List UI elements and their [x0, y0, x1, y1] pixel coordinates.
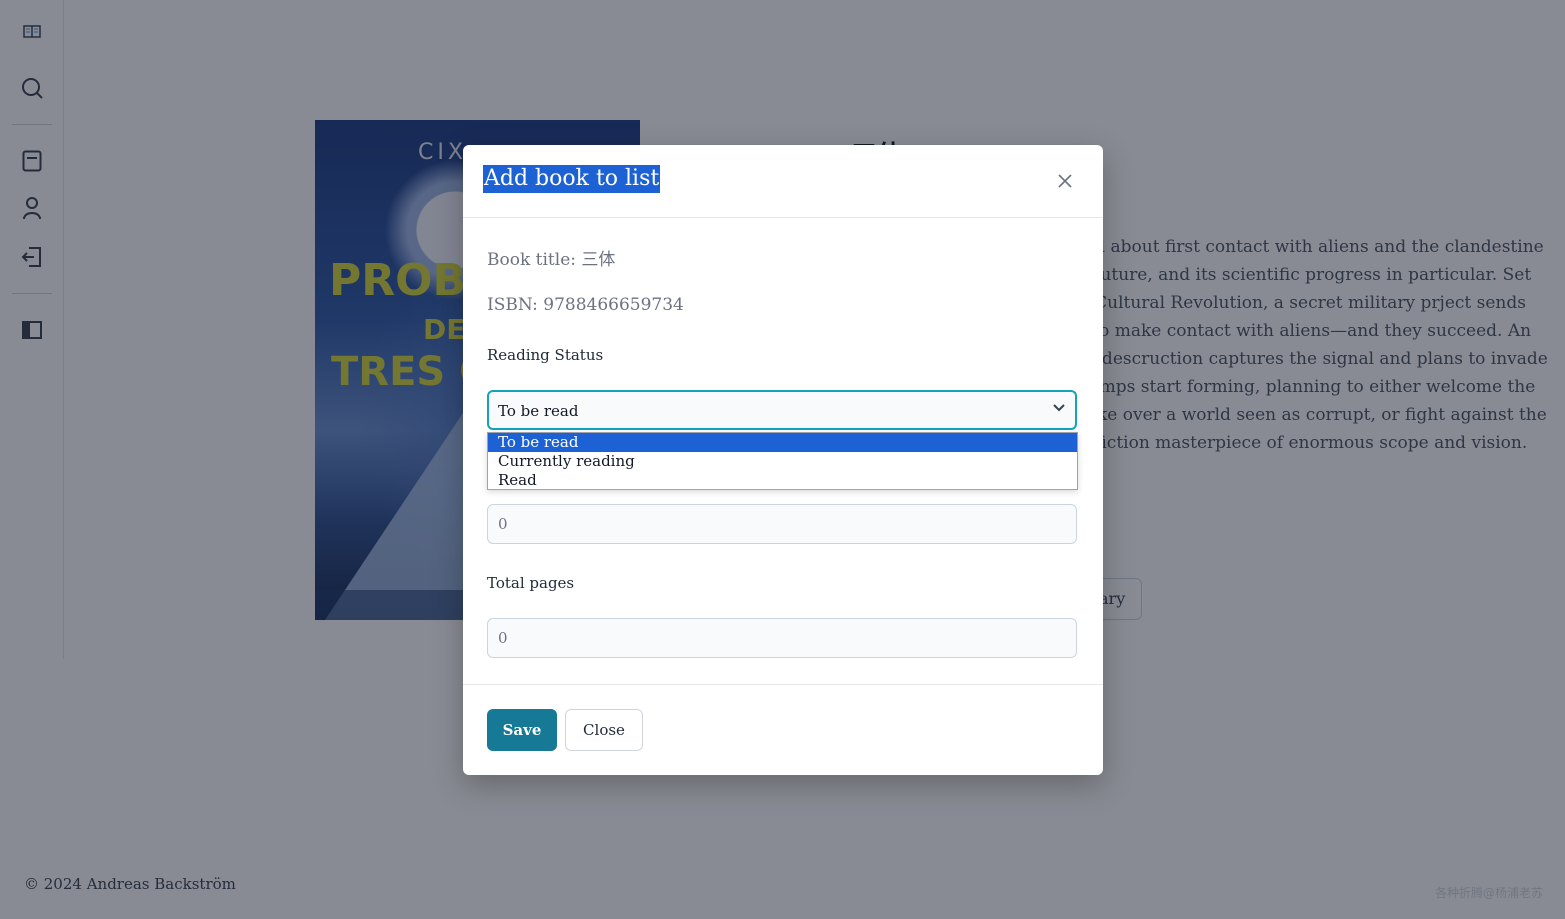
reading-status-label: Reading Status: [487, 346, 604, 364]
reading-status-value: To be read: [498, 402, 579, 420]
chevron-down-icon: [1053, 404, 1065, 412]
total-pages-label: Total pages: [487, 574, 575, 592]
add-book-modal: Add book to list Book title: 三体 ISBN: 97…: [463, 145, 1103, 775]
reading-status-select[interactable]: To be read: [487, 390, 1077, 430]
pages-read-value: 0: [498, 515, 508, 533]
modal-title: Add book to list: [483, 165, 661, 193]
option-to-be-read[interactable]: To be read: [488, 433, 1077, 452]
option-currently-reading[interactable]: Currently reading: [488, 452, 1077, 471]
total-pages-value: 0: [498, 629, 508, 647]
modal-book-title: Book title: 三体: [487, 250, 616, 270]
modal-isbn: ISBN: 9788466659734: [487, 295, 684, 315]
close-icon: [1058, 174, 1072, 188]
close-button[interactable]: Close: [565, 709, 643, 751]
modal-close-button[interactable]: [1053, 169, 1077, 193]
reading-status-dropdown: To be read Currently reading Read: [487, 432, 1078, 490]
modal-footer: Save Close: [463, 684, 1103, 776]
pages-read-input[interactable]: 0: [487, 504, 1077, 544]
save-button[interactable]: Save: [487, 709, 557, 751]
modal-header: Add book to list: [463, 145, 1103, 218]
option-read[interactable]: Read: [488, 471, 1077, 490]
total-pages-input[interactable]: 0: [487, 618, 1077, 658]
